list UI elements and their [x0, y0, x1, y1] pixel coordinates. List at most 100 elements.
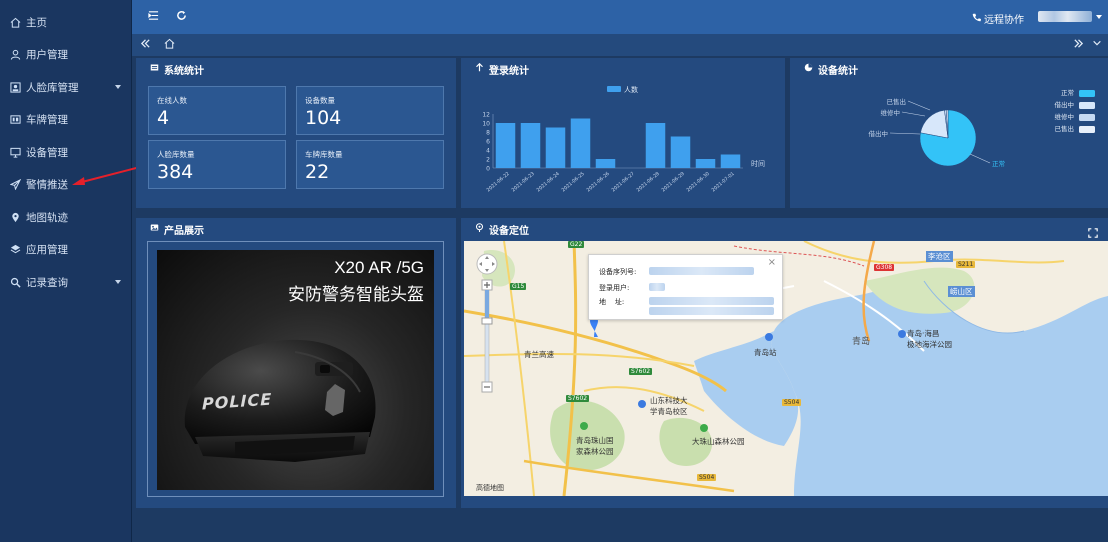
road-badge: G22: [568, 241, 585, 248]
bar: [545, 127, 566, 168]
home-icon[interactable]: [164, 38, 175, 52]
refresh-icon[interactable]: [176, 10, 187, 24]
legend-label: 人数: [624, 85, 638, 94]
stat-value: 4: [157, 107, 170, 129]
stat-label: 在线人数: [157, 96, 187, 105]
x-tick-label: 2021-06-30: [686, 171, 711, 194]
x-tick-label: 2021-06-22: [486, 171, 511, 194]
sidebar-item-label: 警情推送: [26, 179, 68, 192]
road-badge: S211: [956, 261, 976, 268]
callout-line: [901, 111, 926, 117]
x-tick-label: 2021-06-28: [636, 171, 661, 194]
send-icon: [8, 179, 22, 191]
remote-assist-button[interactable]: 远程协作: [972, 11, 1024, 26]
sidebar-item-label: 主页: [26, 16, 47, 29]
product-headline-model: X20 AR /5G: [334, 258, 424, 277]
login-stats-panel: 登录统计 人数 0 2 4 6 8 10 12 2021-06-22 2021-06-23 2021…: [461, 58, 785, 208]
sidebar-item-records[interactable]: 记录查询: [0, 266, 131, 299]
sidebar: 主页 用户管理 人脸库管理 车牌管理 设备管理 警情推送 地图轨迹 应用管理 记…: [0, 0, 132, 542]
stat-device-count: 设备数量 104: [296, 86, 444, 135]
panel-header: 产品展示: [136, 218, 456, 240]
popup-serial-label: 设备序列号:: [599, 268, 637, 276]
sidebar-item-home[interactable]: 主页: [0, 6, 131, 39]
road-badge: S7602: [629, 368, 653, 375]
map-label-qingdao: 青岛: [852, 337, 871, 347]
bar: [595, 159, 616, 168]
sidebar-item-label: 车牌管理: [26, 114, 68, 127]
stat-value: 384: [157, 161, 194, 183]
phone-icon: [972, 13, 981, 25]
legend-label: 已售出: [1055, 124, 1075, 133]
monitor-icon: [8, 147, 22, 158]
license-plate-icon: [8, 114, 22, 125]
popup-user-value: [649, 283, 665, 291]
y-tick-label: 8: [486, 130, 490, 137]
x-tick-label: 2021-06-23: [511, 171, 536, 194]
callout-line: [969, 153, 991, 164]
map-zoom-slider[interactable]: [479, 278, 495, 398]
sidebar-item-label: 设备管理: [26, 146, 68, 159]
search-icon: [8, 277, 22, 288]
sidebar-item-apps[interactable]: 应用管理: [0, 234, 131, 267]
menu-fold-icon[interactable]: [148, 10, 159, 24]
sidebar-item-face-library[interactable]: 人脸库管理: [0, 71, 131, 104]
double-right-icon[interactable]: [1073, 38, 1084, 52]
pie-chart-icon: [804, 63, 813, 75]
bar: [495, 123, 516, 168]
map-label-aquarium: 青岛·海昌 极地海洋公园: [907, 329, 952, 349]
panel-title: 设备定位: [489, 225, 529, 237]
top-bar: 远程协作: [132, 0, 1108, 34]
map-label-dazhushan: 大珠山森林公园: [692, 437, 745, 446]
double-left-icon[interactable]: [140, 38, 151, 52]
sidebar-item-label: 地图轨迹: [26, 211, 68, 224]
sidebar-item-label: 应用管理: [26, 244, 68, 257]
login-bar-chart: 人数0246810122021-06-22 2021-06-23 2021-06-2…: [482, 85, 765, 194]
popup-address-value: [649, 297, 774, 305]
chevron-down-icon[interactable]: [1092, 38, 1102, 51]
map-label-laoshan: 崂山区: [948, 286, 975, 297]
stat-face-library-count: 人脸库数量 384: [148, 140, 286, 189]
x-tick-label: 2021-06-26: [586, 171, 611, 194]
legend-label: 维修中: [1055, 112, 1075, 121]
sidebar-item-label: 人脸库管理: [26, 81, 79, 94]
legend-swatch: [1079, 90, 1095, 97]
home-icon: [8, 17, 22, 28]
y-tick-label: 2: [486, 157, 490, 164]
annotation-arrow: [72, 165, 145, 185]
device-info-popup: × 设备序列号: 登录用户: 地 址:: [588, 254, 783, 320]
bar: [570, 118, 591, 168]
device-stats-panel: 设备统计 正常 借出中 维修中 已售出 正常 借出中 维修中 已售出: [790, 58, 1108, 208]
user-icon: [8, 49, 22, 60]
user-menu[interactable]: [1038, 11, 1092, 22]
product-headline-name: 安防警务智能头盔: [288, 285, 424, 305]
legend-label: 借出中: [1055, 100, 1075, 109]
sidebar-item-map-track[interactable]: 地图轨迹: [0, 201, 131, 234]
sidebar-item-users[interactable]: 用户管理: [0, 39, 131, 72]
road-badge: G308: [874, 264, 895, 271]
bar: [720, 154, 741, 168]
slice-label: 已售出: [887, 97, 907, 106]
stat-label: 车牌库数量: [305, 150, 343, 159]
tab-bar: [132, 34, 1108, 56]
device-map[interactable]: 青岛 青岛站 青岛·海昌 极地海洋公园 山东科技大 学青岛校区 青岛珠山国 家森…: [464, 241, 1108, 496]
map-label-expressway: 青兰高速: [524, 350, 554, 359]
x-tick-label: 2021-06-24: [536, 171, 561, 194]
callout-line: [907, 100, 931, 111]
popup-user-label: 登录用户:: [599, 284, 630, 292]
y-tick-label: 12: [482, 112, 490, 119]
map-pan-control[interactable]: [475, 252, 499, 276]
sidebar-item-license-plates[interactable]: 车牌管理: [0, 104, 131, 137]
slice-label: 正常: [992, 159, 1005, 168]
fullscreen-icon[interactable]: [1088, 223, 1098, 242]
sidebar-item-label: 记录查询: [26, 276, 68, 289]
map-pin-icon: [8, 212, 22, 223]
chevron-down-icon[interactable]: [1096, 15, 1102, 19]
x-tick-label: 2021-07-01: [711, 171, 736, 194]
map-label-university: 山东科技大 学青岛校区: [650, 396, 688, 416]
stat-value: 104: [305, 107, 342, 129]
panel-title: 登录统计: [489, 65, 529, 77]
stat-plate-library-count: 车牌库数量 22: [296, 140, 444, 189]
stat-online-users: 在线人数 4: [148, 86, 286, 135]
close-icon[interactable]: ×: [768, 257, 776, 268]
bar: [695, 159, 716, 168]
